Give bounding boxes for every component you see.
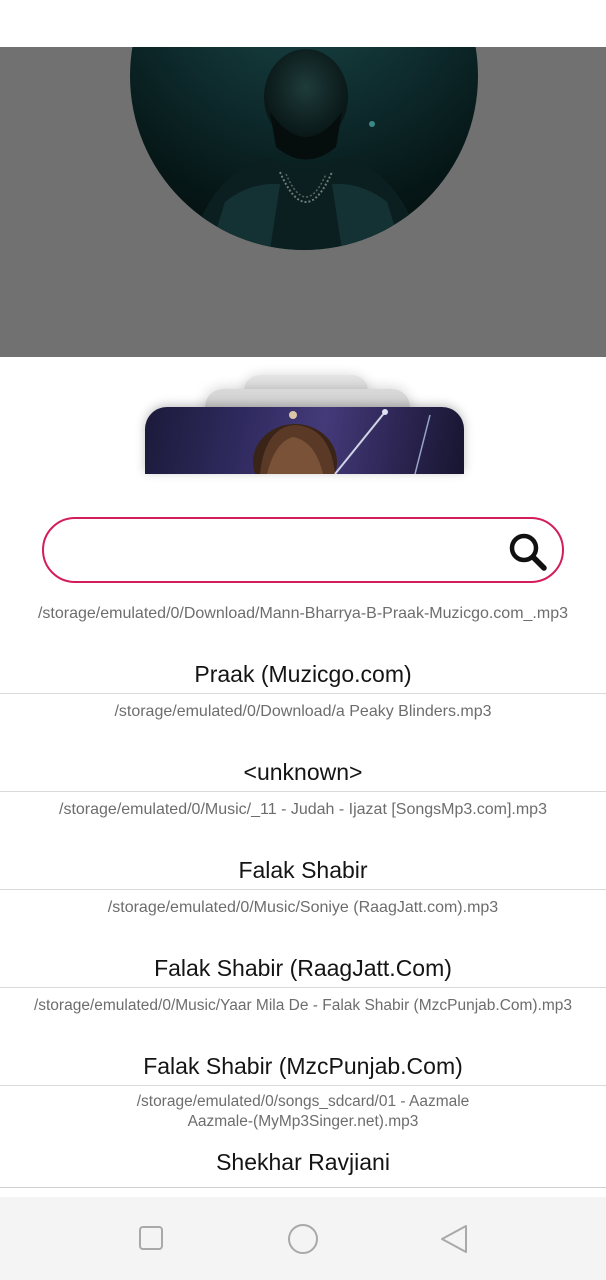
song-list-item[interactable]: /storage/emulated/0/Download/a Peaky Bli… xyxy=(0,694,606,792)
album-art-illustration xyxy=(253,409,431,474)
song-file-path: /storage/emulated/0/Music/Yaar Mila De -… xyxy=(33,997,573,1014)
status-bar-area xyxy=(0,0,606,47)
album-art-carousel[interactable] xyxy=(0,357,606,477)
system-navigation-bar xyxy=(0,1197,606,1280)
artist-avatar[interactable] xyxy=(130,47,478,250)
search-bar xyxy=(42,517,564,583)
song-file-path: /storage/emulated/0/Download/Mann-Bharry… xyxy=(37,605,568,622)
now-playing-header xyxy=(0,47,606,357)
song-file-path: /storage/emulated/0/songs_sdcard/01 - Aa… xyxy=(136,1093,470,1130)
song-artist: <unknown> xyxy=(243,759,363,785)
song-file-path: /storage/emulated/0/Music/_11 - Judah - … xyxy=(59,801,547,818)
song-artist: Falak Shabir xyxy=(238,857,368,883)
circle-icon[interactable] xyxy=(286,1223,318,1255)
song-file-path: /storage/emulated/0/Music/Soniye (RaagJa… xyxy=(107,899,499,916)
search-icon[interactable] xyxy=(506,530,550,574)
song-list-item[interactable]: /storage/emulated/0/Music/Yaar Mila De -… xyxy=(0,988,606,1086)
song-list: /storage/emulated/0/Download/Mann-Bharry… xyxy=(0,596,606,1188)
song-artist: Praak (Muzicgo.com) xyxy=(194,661,412,687)
song-artist: Shekhar Ravjiani xyxy=(216,1149,390,1175)
song-list-item[interactable]: /storage/emulated/0/Music/_11 - Judah - … xyxy=(0,792,606,890)
song-list-item[interactable]: /storage/emulated/0/songs_sdcard/01 - Aa… xyxy=(0,1086,606,1188)
song-file-path: /storage/emulated/0/Download/a Peaky Bli… xyxy=(114,703,492,720)
search-input[interactable] xyxy=(68,533,492,569)
song-artist: Falak Shabir (RaagJatt.Com) xyxy=(154,955,452,981)
square-icon[interactable] xyxy=(136,1223,168,1255)
album-card-front[interactable] xyxy=(145,407,464,474)
song-list-item[interactable]: /storage/emulated/0/Download/Mann-Bharry… xyxy=(0,596,606,694)
artist-photo-illustration xyxy=(190,49,422,250)
song-artist: Falak Shabir (MzcPunjab.Com) xyxy=(143,1053,463,1079)
song-list-item[interactable]: /storage/emulated/0/Music/Soniye (RaagJa… xyxy=(0,890,606,988)
triangle-back-icon[interactable] xyxy=(438,1223,470,1255)
